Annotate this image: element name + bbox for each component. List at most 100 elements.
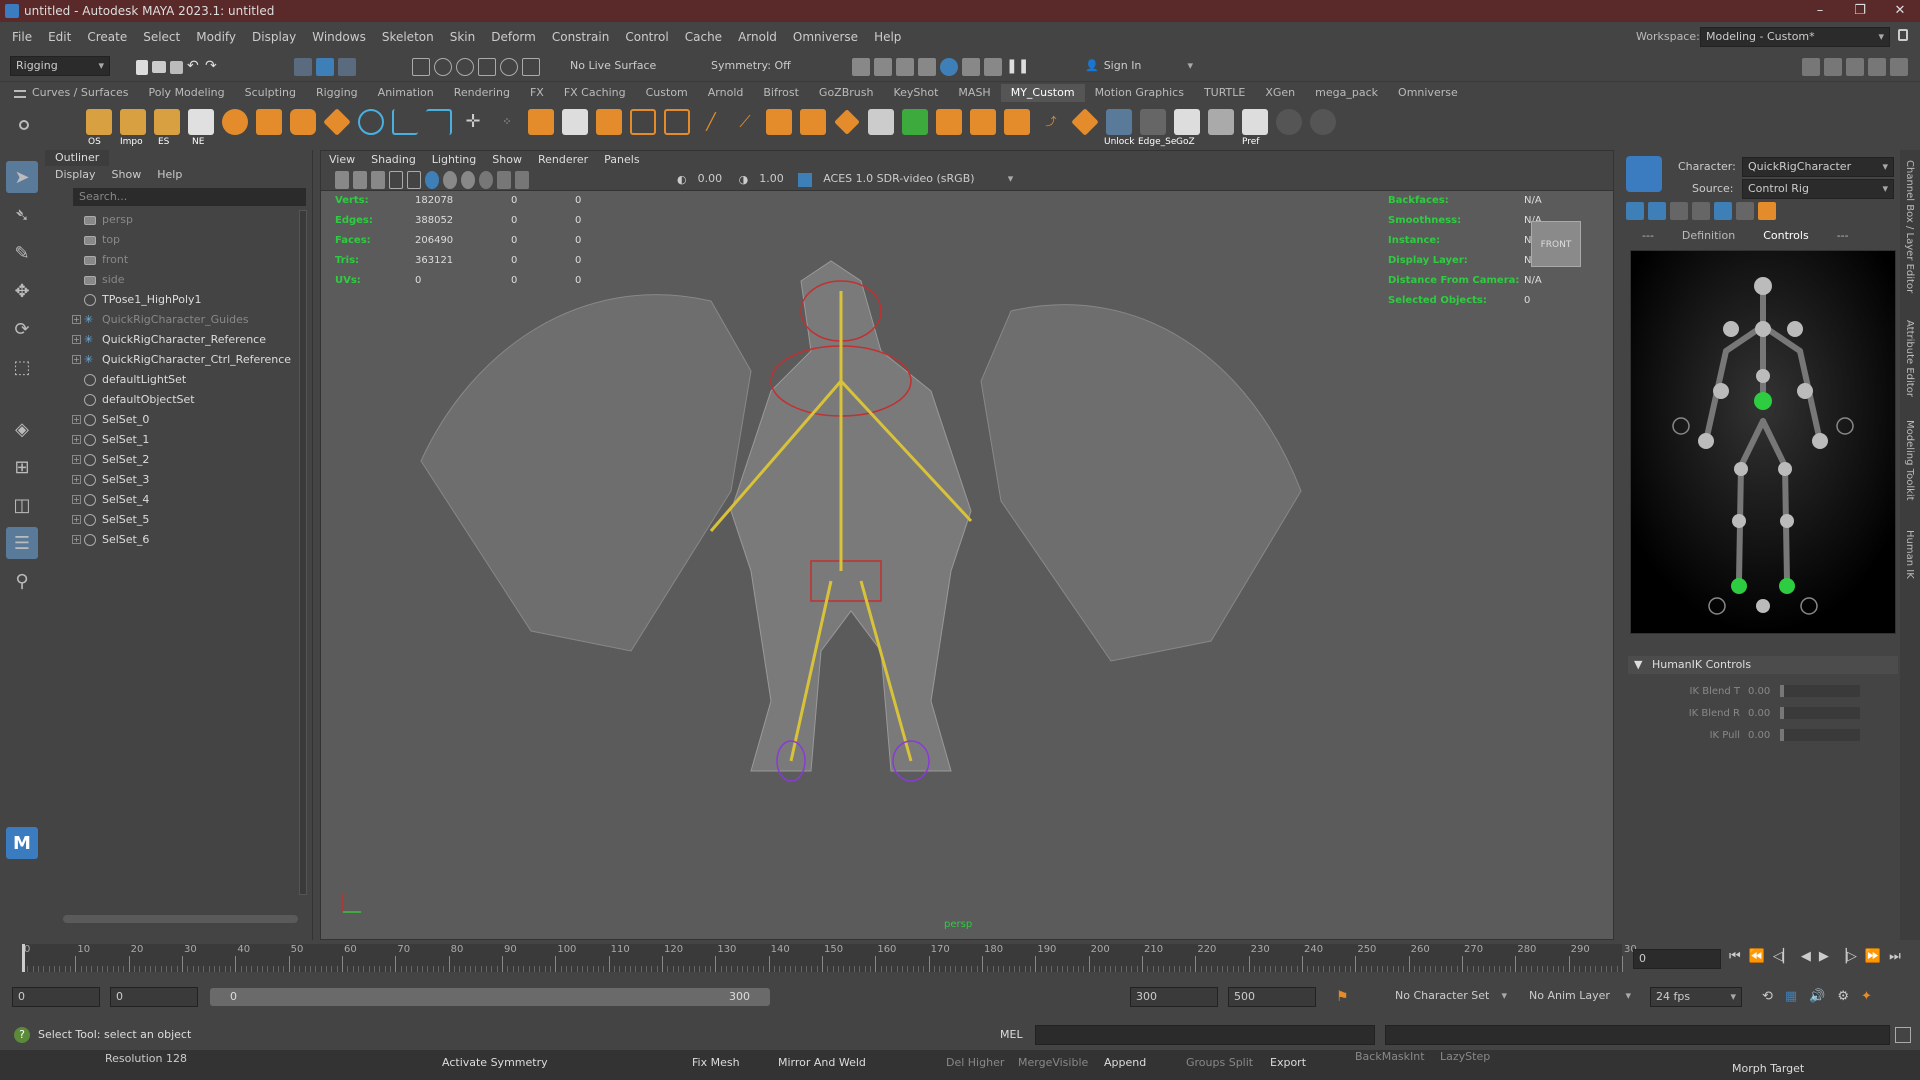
textured-icon[interactable] — [443, 170, 457, 189]
viewport-menu-show[interactable]: Show — [492, 151, 522, 169]
viewport-menu-shading[interactable]: Shading — [371, 151, 416, 169]
box-icon[interactable] — [800, 109, 826, 135]
live-surface-field[interactable]: No Live Surface — [565, 57, 665, 77]
expand-icon[interactable]: + — [72, 535, 81, 544]
layout-toggle-icon[interactable] — [1802, 58, 1820, 76]
viewport-menu-renderer[interactable]: Renderer — [538, 151, 588, 169]
bottom-item-fix-mesh[interactable]: Fix Mesh — [692, 1056, 740, 1069]
hik-key-icon[interactable] — [1758, 202, 1776, 220]
wireframe-icon[interactable] — [407, 170, 421, 189]
shelf-tab-gozbrush[interactable]: GoZBrush — [809, 84, 884, 102]
expand-icon[interactable]: + — [72, 435, 81, 444]
menu-file[interactable]: File — [4, 30, 40, 44]
shelf-tab-mega-pack[interactable]: mega_pack — [1305, 84, 1388, 102]
humanik-character-view[interactable] — [1630, 250, 1896, 634]
menu-cache[interactable]: Cache — [677, 30, 730, 44]
plane-icon[interactable] — [902, 109, 928, 135]
bookmark-icon[interactable] — [371, 170, 385, 189]
snap-pivot-icon[interactable] — [522, 58, 540, 76]
arnold-render-icon[interactable] — [984, 58, 1002, 76]
circle-curve-icon[interactable] — [358, 109, 384, 135]
outliner-search-input[interactable]: Search... — [73, 188, 306, 206]
smooth-shade-icon[interactable] — [425, 170, 439, 189]
python-icon-2[interactable] — [1310, 109, 1336, 135]
menu-omniverse[interactable]: Omniverse — [785, 30, 866, 44]
symmetry-dropdown[interactable]: Symmetry: Off — [706, 57, 802, 77]
shelf-tab-curves-surfaces[interactable]: Curves / Surfaces — [22, 84, 139, 102]
bevel-icon[interactable] — [562, 109, 588, 135]
shelf-tab-animation[interactable]: Animation — [368, 84, 444, 102]
outliner-item[interactable]: + ✳ QuickRigCharacter_Guides — [45, 310, 312, 330]
two-view-layout-icon[interactable]: ◫ — [6, 489, 38, 521]
outliner-item[interactable]: defaultObjectSet — [45, 390, 312, 410]
menu-select[interactable]: Select — [135, 30, 188, 44]
new-scene-icon[interactable] — [136, 59, 148, 75]
menu-skeleton[interactable]: Skeleton — [374, 30, 442, 44]
hik-fk-icon[interactable] — [1692, 202, 1710, 220]
shelf-tab-sculpting[interactable]: Sculpting — [235, 84, 306, 102]
menu-constrain[interactable]: Constrain — [544, 30, 618, 44]
search-icon[interactable]: ⚲ — [6, 565, 38, 597]
hik-tab-controls[interactable]: Controls — [1763, 229, 1809, 242]
snap-view-icon[interactable] — [478, 58, 496, 76]
outliner-item[interactable]: + SelSet_5 — [45, 510, 312, 530]
menu-display[interactable]: Display — [244, 30, 304, 44]
auto-key-icon[interactable]: ⚑ — [1336, 989, 1349, 1005]
character-set-dropdown[interactable]: No Character Set — [1390, 987, 1512, 1007]
ep-curve-icon[interactable] — [426, 109, 452, 135]
loop-icon[interactable]: ⟲ — [1762, 989, 1773, 1004]
select-component-icon[interactable] — [338, 58, 356, 76]
edge-select-shelf-button[interactable]: Edge_Se — [1138, 109, 1176, 147]
cache-playback-icon[interactable]: ▦ — [1785, 989, 1797, 1004]
shelf-tab-rendering[interactable]: Rendering — [444, 84, 520, 102]
hik-slider[interactable] — [1780, 707, 1860, 719]
outliner-item[interactable]: + SelSet_4 — [45, 490, 312, 510]
current-time-marker[interactable] — [22, 944, 25, 972]
hik-ik-icon[interactable] — [1714, 202, 1732, 220]
gamma-field[interactable]: 1.00 — [754, 169, 795, 190]
paint-select-tool-icon[interactable]: ✎ — [6, 237, 38, 269]
go-to-end-icon[interactable]: ⏭ — [1889, 949, 1901, 964]
hik-body-part-icon[interactable] — [1648, 202, 1666, 220]
undo-icon[interactable]: ↶ — [187, 58, 201, 76]
hik-tab-definition[interactable]: Definition — [1682, 229, 1735, 242]
expand-icon[interactable]: + — [72, 355, 81, 364]
gamma-icon[interactable]: ◑ — [739, 173, 749, 186]
expand-icon[interactable]: + — [72, 455, 81, 464]
merge-icon[interactable] — [970, 109, 996, 135]
current-frame-field[interactable]: 0 — [1633, 949, 1721, 969]
humanik-controls-header[interactable]: ▼ HumanIK Controls — [1628, 656, 1898, 674]
menu-edit[interactable]: Edit — [40, 30, 79, 44]
time-slider[interactable]: 0 10 20 30 40 50 60 70 80 90 100 110 120 130 140 150 160… — [0, 940, 1920, 978]
multicut-icon[interactable]: ⟋ — [732, 109, 758, 135]
scale-tool-icon[interactable]: ⬚ — [6, 351, 38, 383]
source-dropdown[interactable]: Control Rig — [1742, 179, 1894, 199]
shelf-tab-turtle[interactable]: TURTLE — [1194, 84, 1255, 102]
step-forward-frame-icon[interactable]: ▕▷ — [1837, 949, 1857, 964]
render-sequence-icon[interactable] — [874, 58, 892, 76]
outliner-item[interactable]: defaultLightSet — [45, 370, 312, 390]
outliner-item[interactable]: + SelSet_2 — [45, 450, 312, 470]
bottom-item-del-higher[interactable]: Del Higher — [946, 1056, 1004, 1069]
os-shelf-button[interactable]: OS — [86, 109, 112, 147]
outliner-item[interactable]: + ✳ QuickRigCharacter_Ctrl_Reference — [45, 350, 312, 370]
shelf-tab-my-custom[interactable]: MY_Custom — [1000, 84, 1085, 102]
es-shelf-button[interactable]: ES — [154, 109, 180, 147]
split-icon[interactable] — [936, 109, 962, 135]
sound-icon[interactable]: 🔊 — [1809, 989, 1825, 1004]
grid-icon[interactable] — [389, 170, 403, 189]
target-weld-icon[interactable] — [834, 109, 860, 135]
bottom-item-append[interactable]: Append — [1104, 1056, 1146, 1069]
snap-grid-icon[interactable] — [412, 58, 430, 76]
move-tool-icon[interactable]: ✥ — [6, 275, 38, 307]
character-model[interactable] — [411, 231, 1311, 791]
menuset-dropdown[interactable]: Rigging — [10, 56, 110, 76]
scene-start-field[interactable]: 0 — [12, 987, 100, 1007]
goz-shelf-button[interactable]: GoZ — [1174, 109, 1200, 147]
anim-prefs-icon[interactable]: ⚙ — [1837, 989, 1849, 1004]
camera-lock-icon[interactable] — [353, 170, 367, 189]
bottom-item-activate-symmetry[interactable]: Activate Symmetry — [442, 1056, 548, 1069]
expand-icon[interactable]: + — [72, 495, 81, 504]
play-backward-icon[interactable]: ◀ — [1801, 949, 1811, 964]
workspace-dropdown[interactable]: Modeling - Custom* — [1700, 27, 1890, 47]
